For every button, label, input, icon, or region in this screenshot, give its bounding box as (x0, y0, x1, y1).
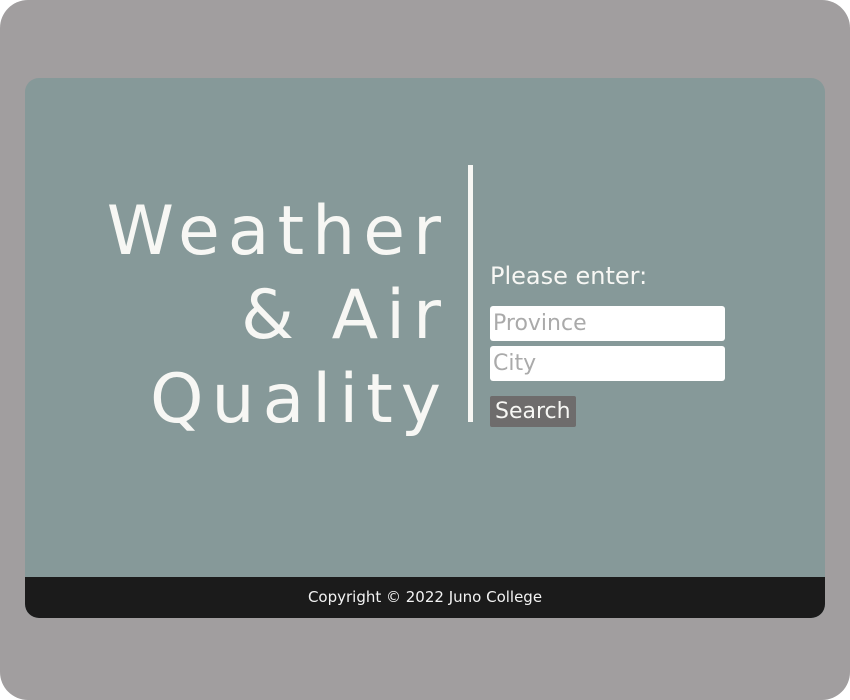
search-button[interactable]: Search (490, 396, 576, 427)
search-form: Please enter: Search (490, 260, 730, 427)
footer: Copyright © 2022 Juno College (25, 577, 825, 618)
title-line-air: & Air (240, 276, 449, 355)
province-input[interactable] (490, 306, 725, 341)
title-line-weather: Weather (106, 192, 449, 271)
app-window: Weather & Air Quality Please enter: Sear… (0, 0, 850, 700)
form-prompt: Please enter: (490, 262, 648, 290)
main-card: Weather & Air Quality Please enter: Sear… (25, 78, 825, 618)
title-line-quality: Quality (150, 360, 449, 439)
city-input[interactable] (490, 346, 725, 381)
copyright-text: Copyright © 2022 Juno College (307, 588, 543, 606)
page-title: Weather & Air Quality (69, 190, 449, 442)
vertical-divider (468, 165, 473, 422)
